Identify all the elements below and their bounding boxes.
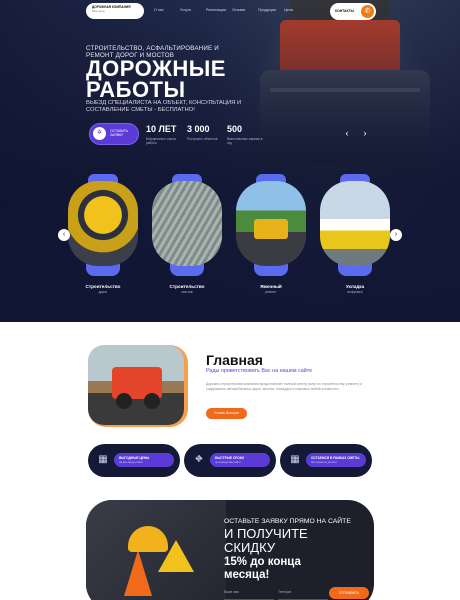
phone-icon[interactable]: ✆ xyxy=(361,5,374,18)
main-image-frame xyxy=(88,345,188,427)
main-image xyxy=(88,345,184,425)
learn-more-button[interactable]: Узнать больше xyxy=(206,408,247,419)
main-nav: О нас Услуги Реализация Отзывы Продукция… xyxy=(154,8,310,12)
main-subtitle: Рады приветствовать Вас на нашем сайте xyxy=(206,368,313,374)
main-title: Главная xyxy=(206,352,263,368)
promo-image xyxy=(86,500,226,600)
carousel-prev-button[interactable]: ‹ xyxy=(58,229,70,241)
stat-objects: 3 000 Построено объектов xyxy=(187,124,218,141)
gear-icon: ✲ xyxy=(93,127,106,140)
contacts-button[interactable]: КОНТАКТЫ ✆ xyxy=(330,3,376,20)
nav-item[interactable]: Продукция xyxy=(258,8,284,12)
hero-section: ДОРОЖНАЯ КОМПАНИЯ Ваш город О нас Услуги… xyxy=(0,0,460,322)
card-image xyxy=(320,181,390,266)
promo-line2: И ПОЛУЧИТЕ СКИДКУ xyxy=(224,526,308,555)
phone-input[interactable]: Телефон xyxy=(278,590,328,600)
name-input[interactable]: Ваше имя xyxy=(224,590,274,600)
map-icon: ▦ xyxy=(290,454,300,465)
stat-experience: 10 ЛЕТ Безупречного опыта работы xyxy=(146,124,177,145)
promo-line1: ОСТАВЬТЕ ЗАЯВКУ ПРЯМО НА САЙТЕ xyxy=(224,518,351,525)
hero-title: ДОРОЖНЫЕ РАБОТЫ xyxy=(86,56,226,102)
nav-item[interactable]: Реализация xyxy=(206,8,232,12)
promo-discount: 15% до конца месяца! xyxy=(224,556,301,581)
contacts-label: КОНТАКТЫ xyxy=(335,9,355,13)
nav-item[interactable]: Отзывы xyxy=(232,8,258,12)
page: ДОРОЖНАЯ КОМПАНИЯ Ваш город О нас Услуги… xyxy=(0,0,460,600)
feature-pill-speed: ⛖ БЫСТРЫЕ СРОКИ производства работ xyxy=(184,444,276,477)
nav-item[interactable]: Цены xyxy=(284,8,310,12)
order-button-label: ОСТАВИТЬ ЗАЯВКУ xyxy=(110,129,129,138)
header: ДОРОЖНАЯ КОМПАНИЯ Ваш город О нас Услуги… xyxy=(86,3,376,21)
carousel-next-button[interactable]: › xyxy=(390,229,402,241)
main-text: Дорожно-строительная компания предоставл… xyxy=(206,382,362,391)
hero-title-line1: ДОРОЖНЫЕ xyxy=(86,56,226,81)
card-image xyxy=(236,181,306,266)
stat-orders: 500 Выполненных заказов в год xyxy=(227,124,263,145)
map-icon: ▦ xyxy=(98,454,108,465)
hero-title-line2: РАБОТЫ xyxy=(86,77,186,102)
card-image xyxy=(68,181,138,266)
logo-subtitle: Ваш город xyxy=(92,10,105,13)
order-button[interactable]: ✲ ОСТАВИТЬ ЗАЯВКУ xyxy=(89,123,139,145)
hero-description: ВЫЕЗД СПЕЦИАЛИСТА НА ОБЪЕКТ, КОНСУЛЬТАЦИ… xyxy=(86,100,242,113)
nav-item[interactable]: Услуги xyxy=(180,8,206,12)
services-carousel: Строительство дорог Строительство мостов… xyxy=(68,174,390,296)
hero-prev-arrow[interactable]: ‹ xyxy=(342,128,352,138)
feature-pill-prices: ▦ ВЫГОДНЫЕ ЦЕНЫ на все виды работ xyxy=(88,444,180,477)
submit-button[interactable]: ОТПРАВИТЬ xyxy=(329,587,369,599)
hero-next-arrow[interactable]: › xyxy=(360,128,370,138)
card-image xyxy=(152,181,222,266)
logo[interactable]: ДОРОЖНАЯ КОМПАНИЯ Ваш город xyxy=(86,3,144,19)
feature-pill-estimate: ▦ ОСТАЕМСЯ В РАМКАХ СМЕТЫ без скрытых до… xyxy=(280,444,372,477)
nav-item[interactable]: О нас xyxy=(154,8,180,12)
road-icon: ⛖ xyxy=(195,454,203,465)
promo-banner: ОСТАВЬТЕ ЗАЯВКУ ПРЯМО НА САЙТЕ И ПОЛУЧИТ… xyxy=(86,500,374,600)
